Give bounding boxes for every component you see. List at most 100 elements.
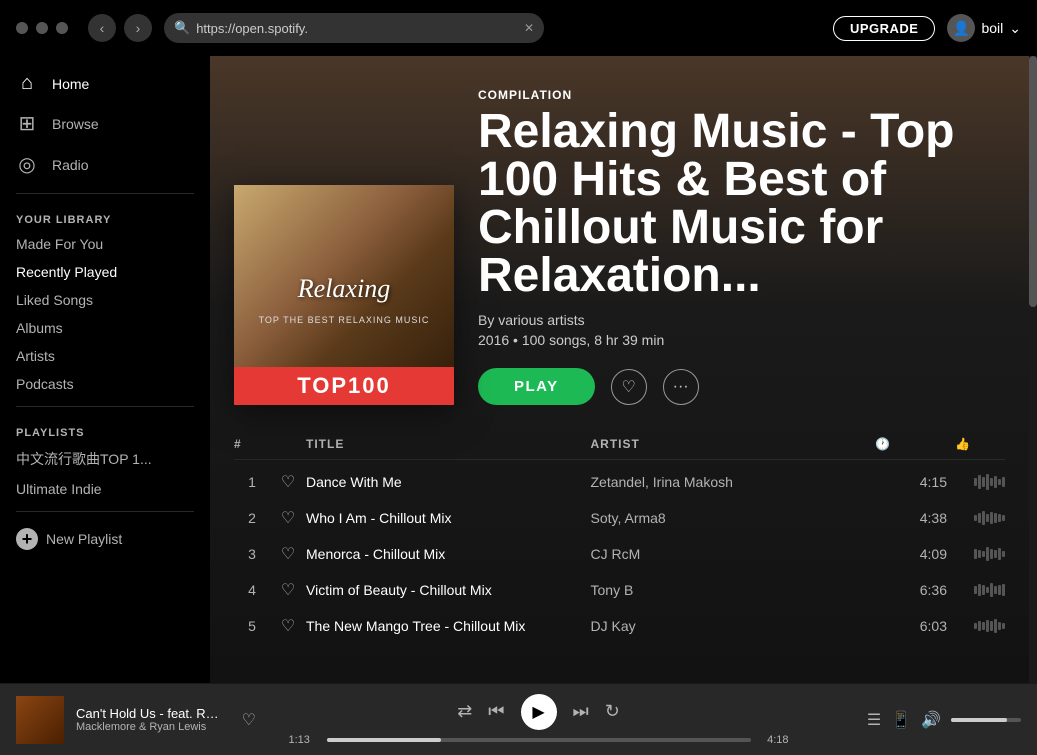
sidebar-made-for-you[interactable]: Made For You <box>0 230 210 258</box>
user-name: boil <box>981 20 1003 36</box>
heart-icon: ♡ <box>281 544 295 564</box>
queue-button[interactable]: ☰ <box>867 710 881 730</box>
volume-icon[interactable]: 🔊 <box>921 710 941 730</box>
track-like-button[interactable]: ♡ <box>270 508 306 528</box>
sidebar-item-label: Home <box>52 76 89 92</box>
total-time: 4:18 <box>759 734 789 746</box>
track-artist: Zetandel, Irina Makosh <box>591 474 876 490</box>
col-title: TITLE <box>306 437 591 451</box>
sidebar-liked-songs[interactable]: Liked Songs <box>0 286 210 314</box>
track-like-button[interactable]: ♡ <box>270 580 306 600</box>
col-like <box>270 437 306 451</box>
sidebar-divider-3 <box>16 511 194 512</box>
sidebar-playlist-indie[interactable]: Ultimate Indie <box>0 475 210 503</box>
top-right: UPGRADE 👤 boil ⌄ <box>833 14 1021 42</box>
sidebar-item-home[interactable]: ⌂ Home <box>0 64 210 103</box>
player-heart-button[interactable]: ♡ <box>242 710 256 730</box>
radio-icon: ◎ <box>16 152 38 177</box>
col-artist: ARTIST <box>591 437 876 451</box>
waveform-bar <box>986 514 989 522</box>
player-progress: 1:13 4:18 <box>289 734 789 746</box>
table-row[interactable]: 1 ♡ Dance With Me Zetandel, Irina Makosh… <box>234 464 1005 500</box>
waveform-bar <box>998 585 1001 595</box>
waveform-bar <box>990 621 993 631</box>
user-menu[interactable]: 👤 boil ⌄ <box>947 14 1021 42</box>
progress-bar-fill <box>327 738 441 742</box>
browse-icon: ⊞ <box>16 111 38 136</box>
progress-bar[interactable] <box>327 738 751 742</box>
album-cover-subtitle: TOP THE BEST RELAXING MUSIC <box>259 315 430 325</box>
waveform-bar <box>990 512 993 524</box>
bottom-player: Can't Hold Us - feat. Ray Dal Macklemore… <box>0 683 1037 755</box>
track-waveform <box>955 474 1005 490</box>
url-bar[interactable]: 🔍 https://open.spotify. ✕ <box>164 13 544 43</box>
current-time: 1:13 <box>289 734 319 746</box>
player-track-name: Can't Hold Us - feat. Ray Dal <box>76 706 226 721</box>
content-area: Relaxing TOP THE BEST RELAXING MUSIC TOP… <box>210 56 1029 683</box>
track-like-button[interactable]: ♡ <box>270 472 306 492</box>
player-right-controls: ☰ 📱 🔊 <box>821 710 1021 730</box>
nav-back-button[interactable]: ‹ <box>88 14 116 42</box>
table-row[interactable]: 4 ♡ Victim of Beauty - Chillout Mix Tony… <box>234 572 1005 608</box>
waveform-bar <box>994 619 997 633</box>
track-waveform <box>955 619 1005 633</box>
track-number: 5 <box>234 618 270 634</box>
table-row[interactable]: 3 ♡ Menorca - Chillout Mix CJ RcM 4:09 <box>234 536 1005 572</box>
waveform-bar <box>986 587 989 593</box>
home-icon: ⌂ <box>16 72 38 95</box>
track-like-button[interactable]: ♡ <box>270 544 306 564</box>
prev-button[interactable]: ⏮ <box>488 701 504 722</box>
nav-forward-button[interactable]: › <box>124 14 152 42</box>
next-button[interactable]: ⏭ <box>573 701 589 722</box>
track-like-button[interactable]: ♡ <box>270 616 306 636</box>
waveform-bar <box>974 623 977 629</box>
track-number: 4 <box>234 582 270 598</box>
table-row[interactable]: 5 ♡ The New Mango Tree - Chillout Mix DJ… <box>234 608 1005 644</box>
col-duration-icon: 🕐 <box>875 437 955 451</box>
like-button[interactable]: ♡ <box>611 369 647 405</box>
play-button[interactable]: PLAY <box>478 368 595 405</box>
chevron-down-icon: ⌄ <box>1009 20 1021 37</box>
track-number: 1 <box>234 474 270 490</box>
main-layout: ⌂ Home ⊞ Browse ◎ Radio YOUR LIBRARY Mad… <box>0 56 1037 683</box>
sidebar-podcasts[interactable]: Podcasts <box>0 370 210 398</box>
sidebar-artists[interactable]: Artists <box>0 342 210 370</box>
track-waveform <box>955 583 1005 597</box>
track-title: Dance With Me <box>306 474 591 490</box>
shuffle-button[interactable]: ⇄ <box>457 701 472 722</box>
waveform-bar <box>978 550 981 558</box>
right-scrollbar[interactable] <box>1029 56 1037 683</box>
devices-button[interactable]: 📱 <box>891 710 911 730</box>
waveform-bar <box>974 478 977 486</box>
heart-icon: ♡ <box>281 472 295 492</box>
scrollbar-thumb <box>1029 56 1037 307</box>
track-duration: 4:38 <box>875 510 955 526</box>
sidebar-playlist-chinese[interactable]: 中文流行歌曲TOP 1... <box>0 443 210 475</box>
waveform-bar <box>978 475 981 489</box>
waveform-bar <box>982 551 985 557</box>
new-playlist-label: New Playlist <box>46 531 122 547</box>
play-pause-button[interactable]: ▶ <box>521 694 557 730</box>
waveform-bar <box>994 513 997 523</box>
new-playlist-button[interactable]: + New Playlist <box>0 520 210 558</box>
waveform-bar <box>990 478 993 486</box>
col-like-icon: 👍 <box>955 437 1005 451</box>
sidebar-albums[interactable]: Albums <box>0 314 210 342</box>
waveform-bar <box>998 514 1001 522</box>
sidebar-item-radio[interactable]: ◎ Radio <box>0 144 210 185</box>
player-track-artist: Macklemore & Ryan Lewis <box>76 721 226 733</box>
volume-bar[interactable] <box>951 718 1021 722</box>
table-row[interactable]: 2 ♡ Who I Am - Chillout Mix Soty, Arma8 … <box>234 500 1005 536</box>
waveform-bar <box>998 479 1001 485</box>
track-duration: 6:03 <box>875 618 955 634</box>
url-close-icon[interactable]: ✕ <box>524 21 534 35</box>
waveform-bar <box>982 511 985 525</box>
sidebar-recently-played[interactable]: Recently Played <box>0 258 210 286</box>
upgrade-button[interactable]: UPGRADE <box>833 16 936 41</box>
repeat-button[interactable]: ↻ <box>605 701 620 722</box>
sidebar-item-browse[interactable]: ⊞ Browse <box>0 103 210 144</box>
sidebar-divider-2 <box>16 406 194 407</box>
more-options-button[interactable]: ··· <box>663 369 699 405</box>
waveform-bar <box>994 476 997 488</box>
player-buttons: ⇄ ⏮ ▶ ⏭ ↻ <box>457 694 620 730</box>
